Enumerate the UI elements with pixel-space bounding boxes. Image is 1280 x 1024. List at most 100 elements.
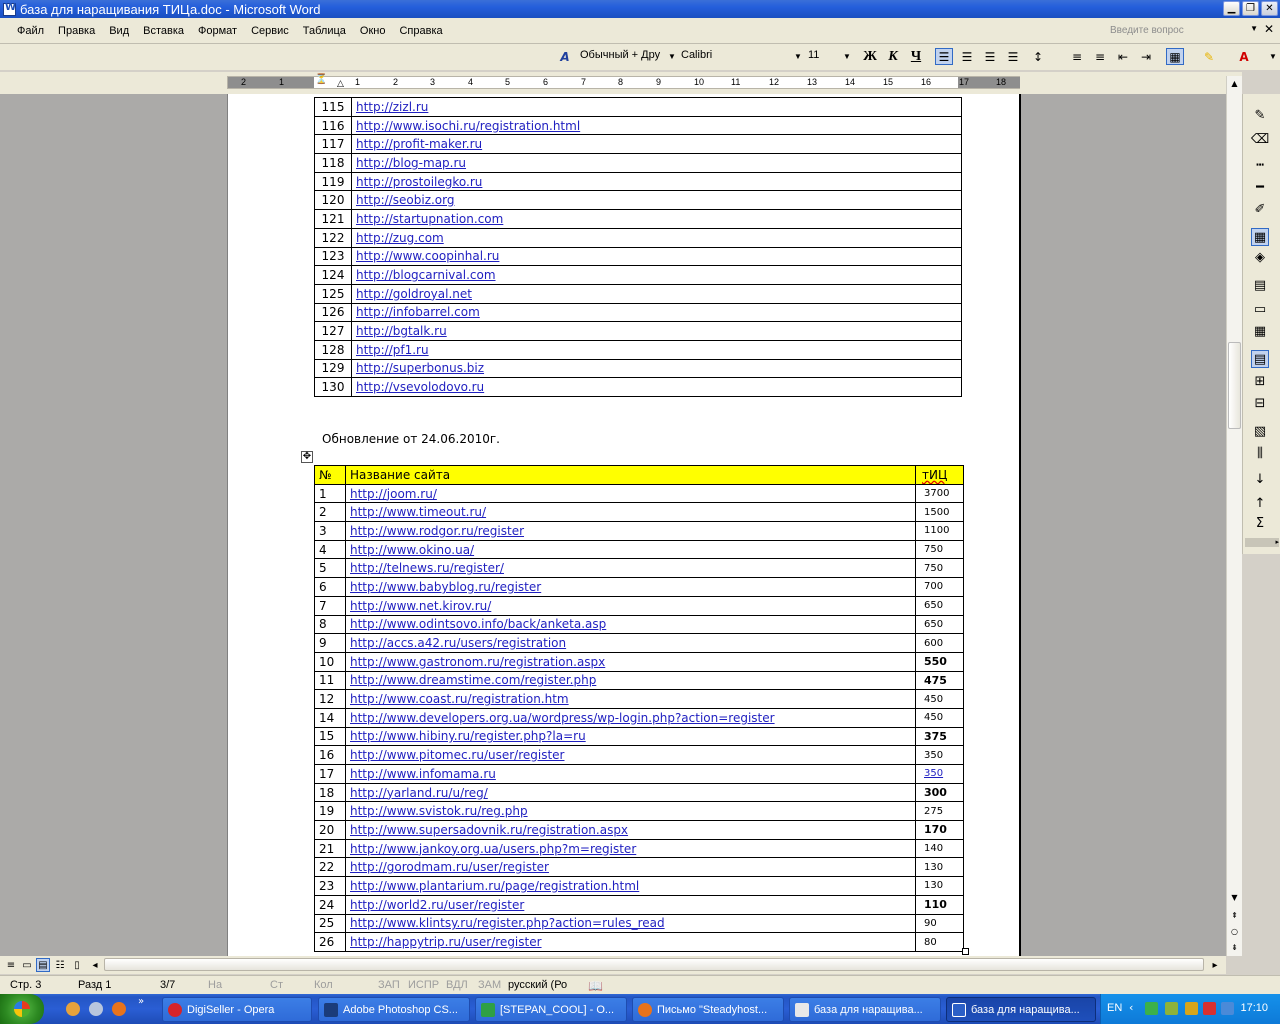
task-stepan-cool[interactable]: [STEPAN_COOL] - O... [475, 997, 627, 1022]
merge-cells-icon[interactable]: ▭ [1251, 300, 1269, 318]
site-link[interactable]: http://gorodmam.ru/user/register [350, 860, 549, 874]
site-link[interactable]: http://pf1.ru [356, 343, 429, 357]
close-document-icon[interactable]: ✕ [1264, 22, 1274, 36]
menu-window[interactable]: Окно [357, 25, 389, 37]
site-link[interactable]: http://www.okino.ua/ [350, 543, 474, 557]
word-app-icon[interactable] [3, 2, 16, 16]
minimize-button[interactable]: ▁ [1223, 1, 1240, 16]
highlight-icon[interactable]: ✎ [1200, 48, 1218, 65]
table-resize-handle[interactable] [962, 948, 969, 955]
vertical-scrollbar[interactable]: ▲ ▼ ⇞ ○ ⇟ [1226, 76, 1242, 956]
italic-button[interactable]: К [884, 48, 902, 65]
site-link[interactable]: http://goldroyal.net [356, 287, 472, 301]
site-link[interactable]: http://telnews.ru/register/ [350, 561, 504, 575]
site-link[interactable]: http://bgtalk.ru [356, 324, 447, 338]
document-area[interactable]: 115 http://zizl.ru 116 http://www.isochi.ru… [0, 94, 1226, 956]
ruler-strip[interactable]: 2 1 1 2 3 4 5 6 7 8 9 10 11 12 13 14 15 … [227, 76, 1020, 89]
site-link[interactable]: http://accs.a42.ru/users/registration [350, 636, 566, 650]
site-link[interactable]: http://www.developers.org.ua/wordpress/w… [350, 711, 775, 725]
status-language[interactable]: русский (Ро [508, 979, 567, 991]
site-link[interactable]: http://www.dreamstime.com/register.php [350, 673, 596, 687]
vertical-scroll-thumb[interactable] [1228, 342, 1241, 429]
chevron-down-icon[interactable]: ▼ [794, 52, 802, 61]
site-link[interactable]: http://joom.ru/ [350, 487, 437, 501]
sort-descending-icon[interactable]: ↑ [1251, 494, 1269, 512]
eraser-icon[interactable]: ⌫ [1251, 130, 1269, 148]
borders-icon[interactable]: ▦ [1166, 48, 1184, 65]
menu-file[interactable]: Файл [14, 25, 47, 37]
site-link[interactable]: http://zizl.ru [356, 100, 428, 114]
site-link[interactable]: http://infobarrel.com [356, 305, 480, 319]
task-photoshop[interactable]: Adobe Photoshop CS... [318, 997, 470, 1022]
quicklaunch-user-icon[interactable] [89, 1002, 103, 1016]
menu-format[interactable]: Формат [195, 25, 240, 37]
toolbar-options-icon[interactable]: ▼ [1269, 52, 1277, 61]
site-link[interactable]: http://seobiz.org [356, 193, 454, 207]
autosum-icon[interactable]: Σ [1251, 514, 1269, 532]
scroll-up-icon[interactable]: ▲ [1227, 76, 1242, 91]
task-letter[interactable]: Письмо "Steadyhost... [632, 997, 784, 1022]
title-bar[interactable]: база для наращивания ТИЦа.doc - Microsof… [0, 0, 1280, 18]
distribute-columns-icon[interactable]: ⊟ [1251, 394, 1269, 412]
print-layout-icon[interactable]: ▤ [36, 958, 50, 972]
site-link[interactable]: http://www.coast.ru/registration.htm [350, 692, 569, 706]
styles-icon[interactable]: A [556, 48, 574, 65]
justify-icon[interactable]: ☰ [1004, 48, 1022, 65]
restore-button[interactable]: ❐ [1242, 1, 1259, 16]
site-link[interactable]: http://blog-map.ru [356, 156, 466, 170]
decrease-indent-icon[interactable]: ⇤ [1114, 48, 1132, 65]
site-link[interactable]: http://prostoilegko.ru [356, 175, 482, 189]
reading-view-icon[interactable]: ▯ [70, 958, 84, 972]
font-size-select[interactable]: 11 [808, 49, 819, 61]
menu-edit[interactable]: Правка [55, 25, 98, 37]
style-select[interactable]: Обычный + Дру [580, 49, 660, 61]
status-overtype[interactable]: ЗАМ [478, 979, 501, 991]
font-color-icon[interactable]: A [1235, 48, 1253, 65]
table-move-handle-icon[interactable]: ✥ [301, 451, 313, 463]
draw-table-icon[interactable]: ✎ [1251, 106, 1269, 124]
status-record[interactable]: ЗАП [378, 979, 400, 991]
quicklaunch-more-icon[interactable]: » [138, 996, 144, 1007]
site-link[interactable]: http://www.coopinhal.ru [356, 249, 499, 263]
increase-indent-icon[interactable]: ⇥ [1137, 48, 1155, 65]
site-link[interactable]: http://startupnation.com [356, 212, 503, 226]
site-link[interactable]: http://www.hibiny.ru/register.php?la=ru [350, 729, 586, 743]
chevron-down-icon[interactable]: ▼ [843, 52, 851, 61]
quicklaunch-app-icon[interactable] [66, 1002, 80, 1016]
insert-table-icon[interactable]: ▤ [1251, 276, 1269, 294]
firefox-icon[interactable] [112, 1002, 126, 1016]
previous-page-icon[interactable]: ⇞ [1227, 908, 1242, 923]
ask-question-box[interactable]: Введите вопрос ▼ [1110, 22, 1258, 38]
table-autoformat-icon[interactable]: ▧ [1251, 422, 1269, 440]
site-link[interactable]: http://www.pitomec.ru/user/register [350, 748, 564, 762]
align-right-icon[interactable]: ☰ [981, 48, 999, 65]
menu-help[interactable]: Справка [396, 25, 445, 37]
site-link[interactable]: http://www.net.kirov.ru/ [350, 599, 491, 613]
align-left-icon[interactable]: ☰ [935, 48, 953, 65]
align-cell-icon[interactable]: ▤ [1251, 350, 1269, 368]
spelling-status-icon[interactable]: 📖 [588, 979, 603, 993]
task-word-doc-2[interactable]: база для наращива... [946, 997, 1096, 1022]
status-extend[interactable]: ВДЛ [446, 979, 468, 991]
menu-tools[interactable]: Сервис [248, 25, 292, 37]
status-track-changes[interactable]: ИСПР [408, 979, 439, 991]
site-link[interactable]: http://profit-maker.ru [356, 137, 482, 151]
tray-network-icon[interactable] [1145, 1002, 1158, 1015]
tray-expand-icon[interactable]: ‹ [1129, 1001, 1133, 1014]
scroll-right-icon[interactable]: ▸ [1208, 958, 1222, 972]
task-word-doc-1[interactable]: база для наращива... [789, 997, 941, 1022]
tray-key-icon[interactable] [1185, 1002, 1198, 1015]
site-link[interactable]: http://www.isochi.ru/registration.html [356, 119, 580, 133]
scroll-down-icon[interactable]: ▼ [1227, 890, 1242, 905]
bullet-list-icon[interactable]: ≡ [1091, 48, 1109, 65]
site-link[interactable]: http://www.odintsovo.info/back/anketa.as… [350, 617, 606, 631]
underline-button[interactable]: Ч [907, 48, 925, 65]
site-link[interactable]: http://www.babyblog.ru/register [350, 580, 541, 594]
site-link[interactable]: http://www.jankoy.org.ua/users.php?m=reg… [350, 842, 636, 856]
document-page[interactable]: 115 http://zizl.ru 116 http://www.isochi.ru… [227, 94, 1021, 956]
web-view-icon[interactable]: ▭ [20, 958, 34, 972]
site-link[interactable]: http://www.svistok.ru/reg.php [350, 804, 528, 818]
line-weight-icon[interactable]: ━ [1251, 178, 1269, 196]
site-link[interactable]: http://superbonus.biz [356, 361, 484, 375]
site-link[interactable]: http://zug.com [356, 231, 444, 245]
